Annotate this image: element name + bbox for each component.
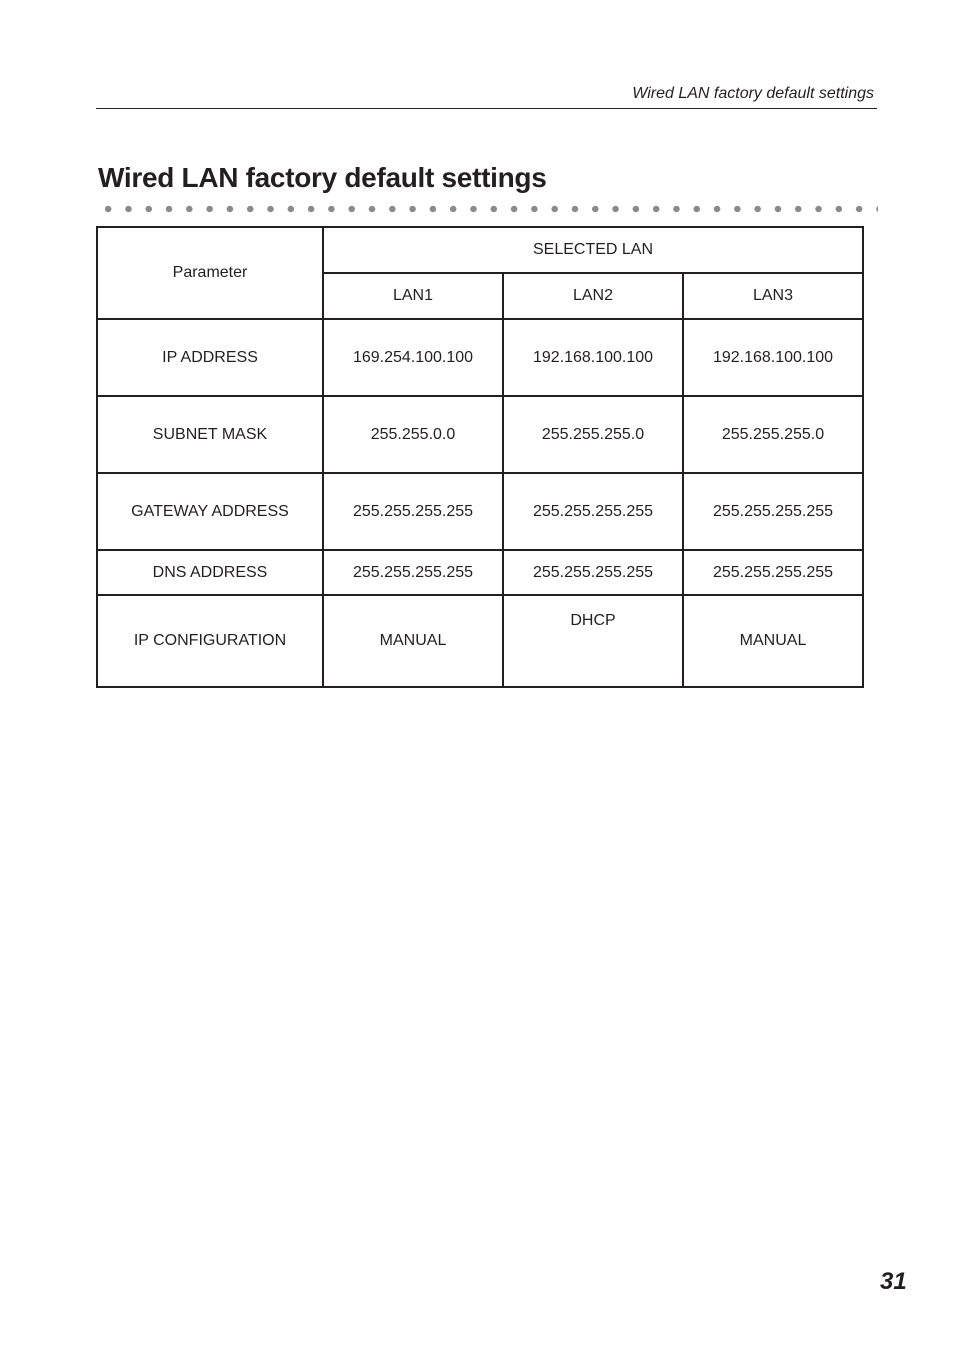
table-row-gateway-address: GATEWAY ADDRESS 255.255.255.255 255.255.… [96, 472, 864, 551]
cell-value: DHCP [502, 594, 684, 688]
cell-value: 255.255.255.255 [502, 549, 684, 596]
cell-value: MANUAL [682, 594, 864, 688]
running-header: Wired LAN factory default settings [96, 84, 877, 109]
table-row-ip-configuration: IP CONFIGURATION MANUAL DHCP MANUAL [96, 594, 864, 688]
cell-value: 255.255.255.0 [502, 395, 684, 474]
column-header-lan1: LAN1 [322, 272, 504, 320]
cell-value: 255.255.255.255 [322, 549, 504, 596]
row-label: IP CONFIGURATION [96, 594, 324, 688]
column-header-lan3: LAN3 [682, 272, 864, 320]
table-row-ip-address: IP ADDRESS 169.254.100.100 192.168.100.1… [96, 318, 864, 397]
column-header-lan2: LAN2 [502, 272, 684, 320]
cell-value: 255.255.255.255 [502, 472, 684, 551]
cell-value: MANUAL [322, 594, 504, 688]
table-header-row: Parameter SELECTED LAN [96, 226, 864, 320]
cell-value: 255.255.255.0 [682, 395, 864, 474]
cell-value: 255.255.255.255 [682, 472, 864, 551]
page-number: 31 [880, 1268, 907, 1295]
table-row-subnet-mask: SUBNET MASK 255.255.0.0 255.255.255.0 25… [96, 395, 864, 474]
row-label: SUBNET MASK [96, 395, 324, 474]
factory-defaults-table: Parameter SELECTED LAN LAN1 LAN2 LAN3 IP… [96, 226, 864, 688]
cell-value: 255.255.255.255 [322, 472, 504, 551]
row-label: IP ADDRESS [96, 318, 324, 397]
cell-value: 192.168.100.100 [682, 318, 864, 397]
cell-value: 192.168.100.100 [502, 318, 684, 397]
row-label: DNS ADDRESS [96, 549, 324, 596]
parameter-header: Parameter [96, 226, 324, 320]
selected-lan-header: SELECTED LAN [322, 226, 864, 274]
cell-value: 169.254.100.100 [322, 318, 504, 397]
running-header-text: Wired LAN factory default settings [632, 85, 874, 102]
row-label: GATEWAY ADDRESS [96, 472, 324, 551]
page-title: Wired LAN factory default settings [98, 162, 547, 193]
cell-value: 255.255.255.255 [682, 549, 864, 596]
cell-value: 255.255.0.0 [322, 395, 504, 474]
table-row-dns-address: DNS ADDRESS 255.255.255.255 255.255.255.… [96, 549, 864, 596]
dotted-divider [98, 205, 878, 213]
